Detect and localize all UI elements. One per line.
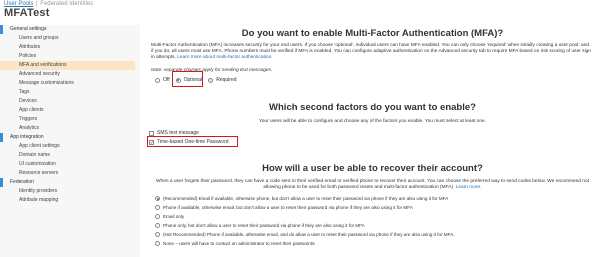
sms-checkbox[interactable]: [149, 130, 154, 136]
sidebar-item-triggers[interactable]: Triggers: [0, 115, 140, 124]
sidebar-section-general-settings[interactable]: General settings: [0, 25, 140, 34]
sidebar-item-attributes[interactable]: Attributes: [0, 43, 140, 52]
sidebar-item-mfa-and-verifications[interactable]: MFA and verifications: [0, 61, 135, 70]
sidebar-item-app-clients[interactable]: App clients: [0, 106, 140, 115]
recovery-radio-4[interactable]: [155, 232, 160, 237]
sidebar: General settings Users and groups Attrib…: [0, 25, 140, 257]
recovery-heading: How will a user be able to recover their…: [262, 163, 483, 174]
sms-charges-note: Note: separate charges apply for sending…: [151, 68, 273, 73]
recovery-radio-1[interactable]: [155, 205, 160, 210]
recovery-option-phone-mfa-allowed[interactable]: (Not Recommended) Phone if available, ot…: [155, 232, 455, 237]
recovery-option-phone-only[interactable]: Phone only, but don't allow a user to re…: [155, 223, 365, 228]
totp-highlight-box: [147, 136, 238, 147]
sidebar-item-attribute-mapping[interactable]: Attribute mapping: [0, 196, 140, 205]
recovery-option-none[interactable]: None – users will have to contact an adm…: [155, 241, 315, 246]
sidebar-section-federation[interactable]: Federation: [0, 178, 140, 187]
sidebar-item-message-customizations[interactable]: Message customizations: [0, 79, 140, 88]
sidebar-item-identity-providers[interactable]: Identity providers: [0, 187, 140, 196]
recovery-radio-3[interactable]: [155, 223, 160, 228]
recovery-radio-2[interactable]: [155, 214, 160, 219]
mfa-description: Multi-Factor Authentication (MFA) increa…: [151, 43, 591, 60]
second-factors-heading: Which second factors do you want to enab…: [269, 102, 476, 113]
sidebar-item-tags[interactable]: Tags: [0, 88, 140, 97]
sidebar-item-app-client-settings[interactable]: App client settings: [0, 142, 140, 151]
recovery-option-email-then-phone[interactable]: (Recommended) Email if available, otherw…: [155, 196, 448, 201]
recovery-description: When a user forgets their password, they…: [156, 179, 589, 190]
mfa-learn-more-link[interactable]: Learn more about multi-factor authentica…: [177, 55, 272, 60]
sidebar-item-devices[interactable]: Devices: [0, 97, 140, 106]
top-nav: User Pools | Federated Identities: [0, 0, 600, 9]
mfa-option-off[interactable]: Off: [155, 77, 170, 83]
radio-off[interactable]: [155, 77, 160, 83]
optional-highlight-box: [172, 71, 203, 87]
sidebar-item-advanced-security[interactable]: Advanced security: [0, 70, 140, 79]
pool-title: MFATest: [4, 7, 50, 19]
main-content: Do you want to enable Multi-Factor Authe…: [145, 25, 600, 257]
sidebar-item-resource-servers[interactable]: Resource servers: [0, 169, 140, 178]
recovery-option-email-only[interactable]: Email only: [155, 214, 184, 219]
recovery-radio-0[interactable]: [155, 196, 160, 201]
mfa-heading: Do you want to enable Multi-Factor Authe…: [241, 28, 504, 39]
sidebar-item-domain-name[interactable]: Domain name: [0, 151, 140, 160]
recovery-learn-more-link[interactable]: Learn more.: [456, 185, 482, 190]
sidebar-item-analytics[interactable]: Analytics: [0, 124, 140, 133]
mfa-option-required[interactable]: Required: [208, 77, 237, 83]
sidebar-item-ui-customization[interactable]: UI customization: [0, 160, 140, 169]
recovery-option-phone-then-email[interactable]: Phone if available, otherwise email, but…: [155, 205, 413, 210]
sidebar-item-policies[interactable]: Policies: [0, 52, 140, 61]
sidebar-item-users-and-groups[interactable]: Users and groups: [0, 34, 140, 43]
sidebar-section-app-integration[interactable]: App integration: [0, 133, 140, 142]
recovery-radio-5[interactable]: [155, 241, 160, 246]
second-factors-description: Your users will be able to configure and…: [258, 119, 487, 124]
radio-required[interactable]: [208, 77, 214, 83]
